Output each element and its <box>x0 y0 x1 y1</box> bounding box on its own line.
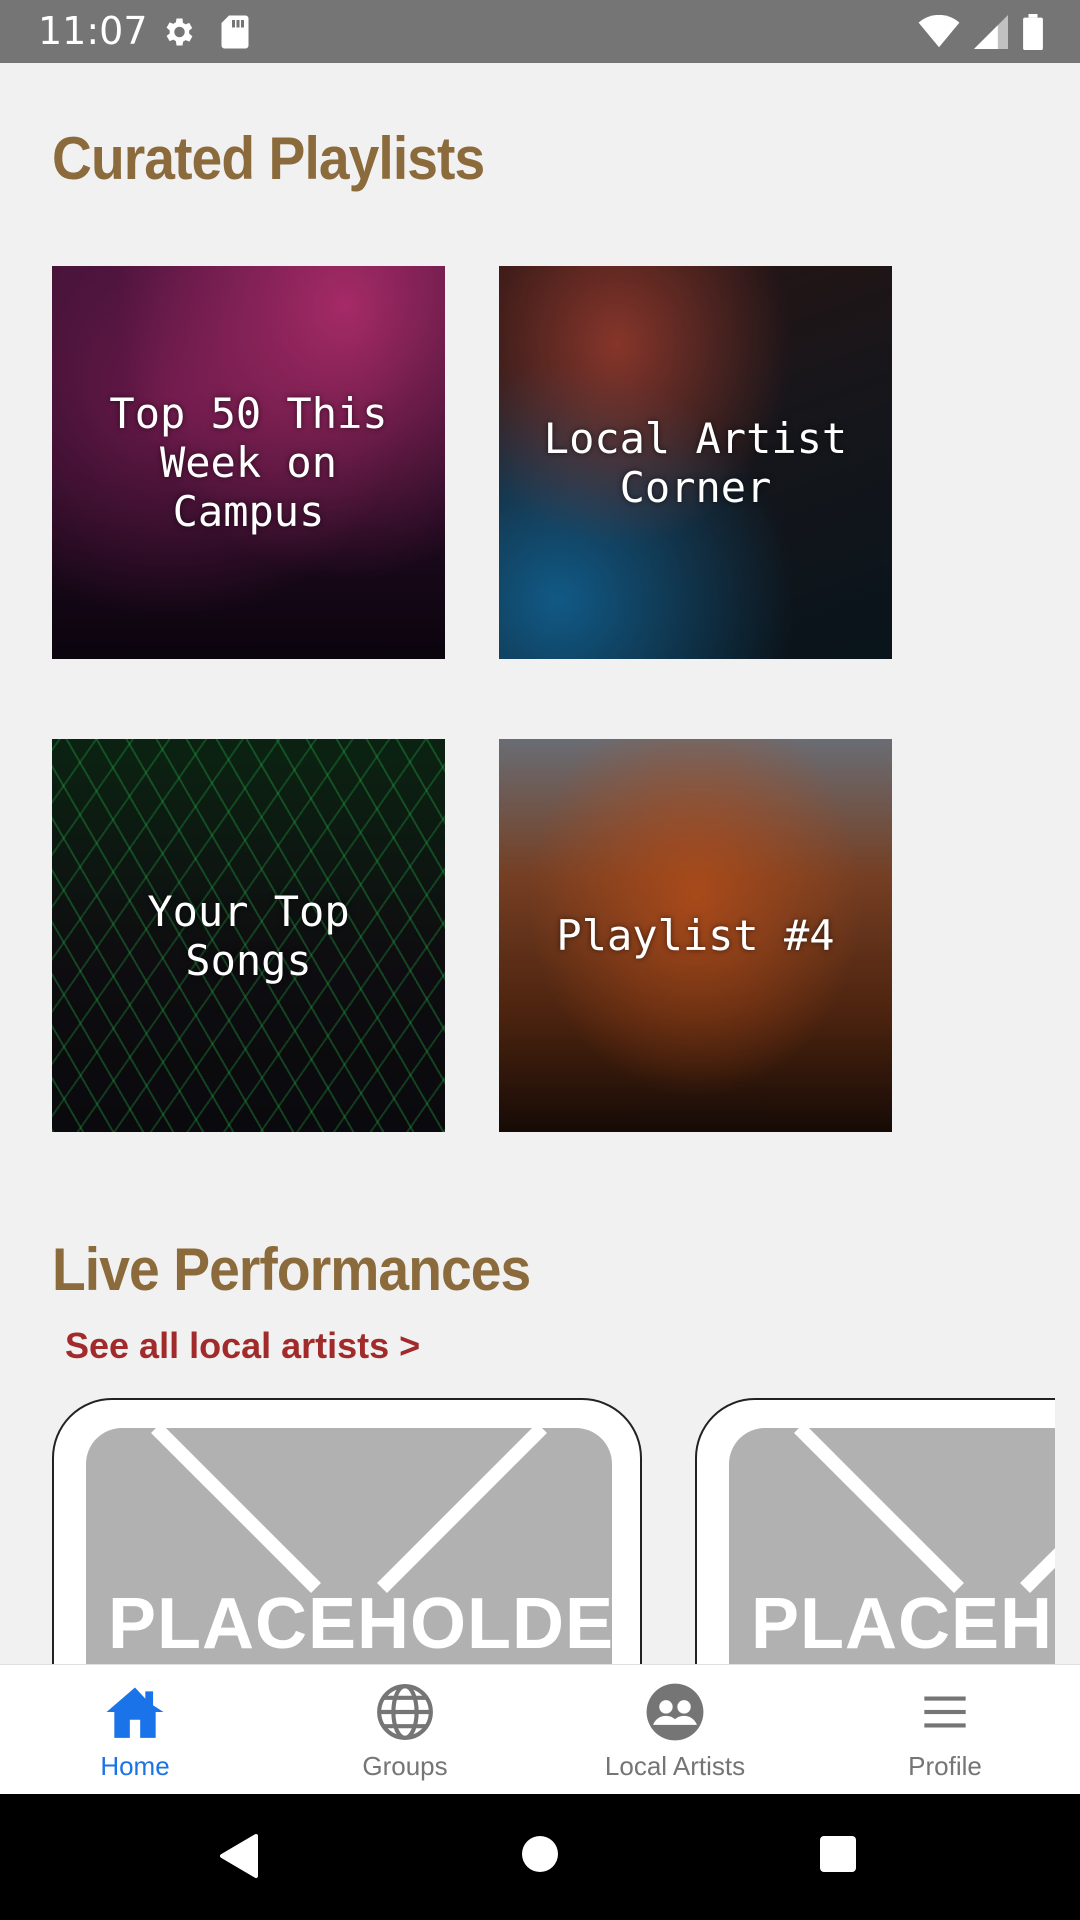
playlist-label: Top 50 This Week on Campus <box>109 389 388 536</box>
home-icon <box>106 1687 164 1738</box>
status-time: 11:07 <box>38 9 148 53</box>
nav-label-local-artists: Local Artists <box>604 1751 746 1781</box>
playlist-tile-local-artist[interactable]: Local Artist Corner <box>499 266 892 659</box>
nav-groups[interactable]: Groups <box>270 1665 540 1795</box>
menu-icon <box>924 1696 966 1728</box>
settings-icon <box>166 18 193 46</box>
nav-label-profile: Profile <box>908 1751 982 1781</box>
nav-home[interactable]: Home <box>0 1665 270 1795</box>
nav-local-artists[interactable]: Local Artists <box>540 1665 810 1795</box>
placeholder-image: PLACEHOLDER <box>729 1428 1055 1664</box>
back-icon[interactable] <box>216 1832 260 1880</box>
playlist-tile-top-songs[interactable]: Your Top Songs <box>52 739 445 1132</box>
playlist-tile-4[interactable]: Playlist #4 <box>499 739 892 1132</box>
battery-icon <box>1023 14 1043 50</box>
nav-label-home: Home <box>100 1751 170 1781</box>
globe-icon <box>377 1684 433 1740</box>
home-circle-icon[interactable] <box>520 1834 560 1874</box>
signal-icon <box>974 15 1008 49</box>
group-icon <box>646 1683 704 1741</box>
artist-card[interactable]: PLACEHOLDER <box>695 1398 1055 1664</box>
section-title-playlists: Curated Playlists <box>52 125 485 192</box>
nav-profile[interactable]: Profile <box>810 1665 1080 1795</box>
recents-icon[interactable] <box>818 1834 858 1874</box>
sd-card-icon <box>221 15 249 49</box>
bottom-navigation: Home Groups Local Artists Profile <box>0 1664 1080 1795</box>
placeholder-image: PLACEHOLDER <box>86 1428 612 1664</box>
playlist-tile-top50[interactable]: Top 50 This Week on Campus <box>52 266 445 659</box>
status-bar: 11:07 <box>0 0 1080 63</box>
placeholder-text: PLACEHOLDER <box>751 1584 1055 1664</box>
see-all-local-artists-link[interactable]: See all local artists > <box>65 1325 420 1367</box>
wifi-icon <box>918 15 960 48</box>
artist-card[interactable]: PLACEHOLDER <box>52 1398 642 1664</box>
nav-label-groups: Groups <box>362 1751 448 1781</box>
placeholder-text: PLACEHOLDER <box>108 1584 612 1664</box>
playlist-label: Playlist #4 <box>556 911 835 960</box>
section-title-live: Live Performances <box>52 1236 531 1303</box>
playlist-label: Local Artist Corner <box>543 413 848 512</box>
system-navigation-bar <box>0 1794 1080 1920</box>
playlist-label: Your Top Songs <box>147 886 350 985</box>
